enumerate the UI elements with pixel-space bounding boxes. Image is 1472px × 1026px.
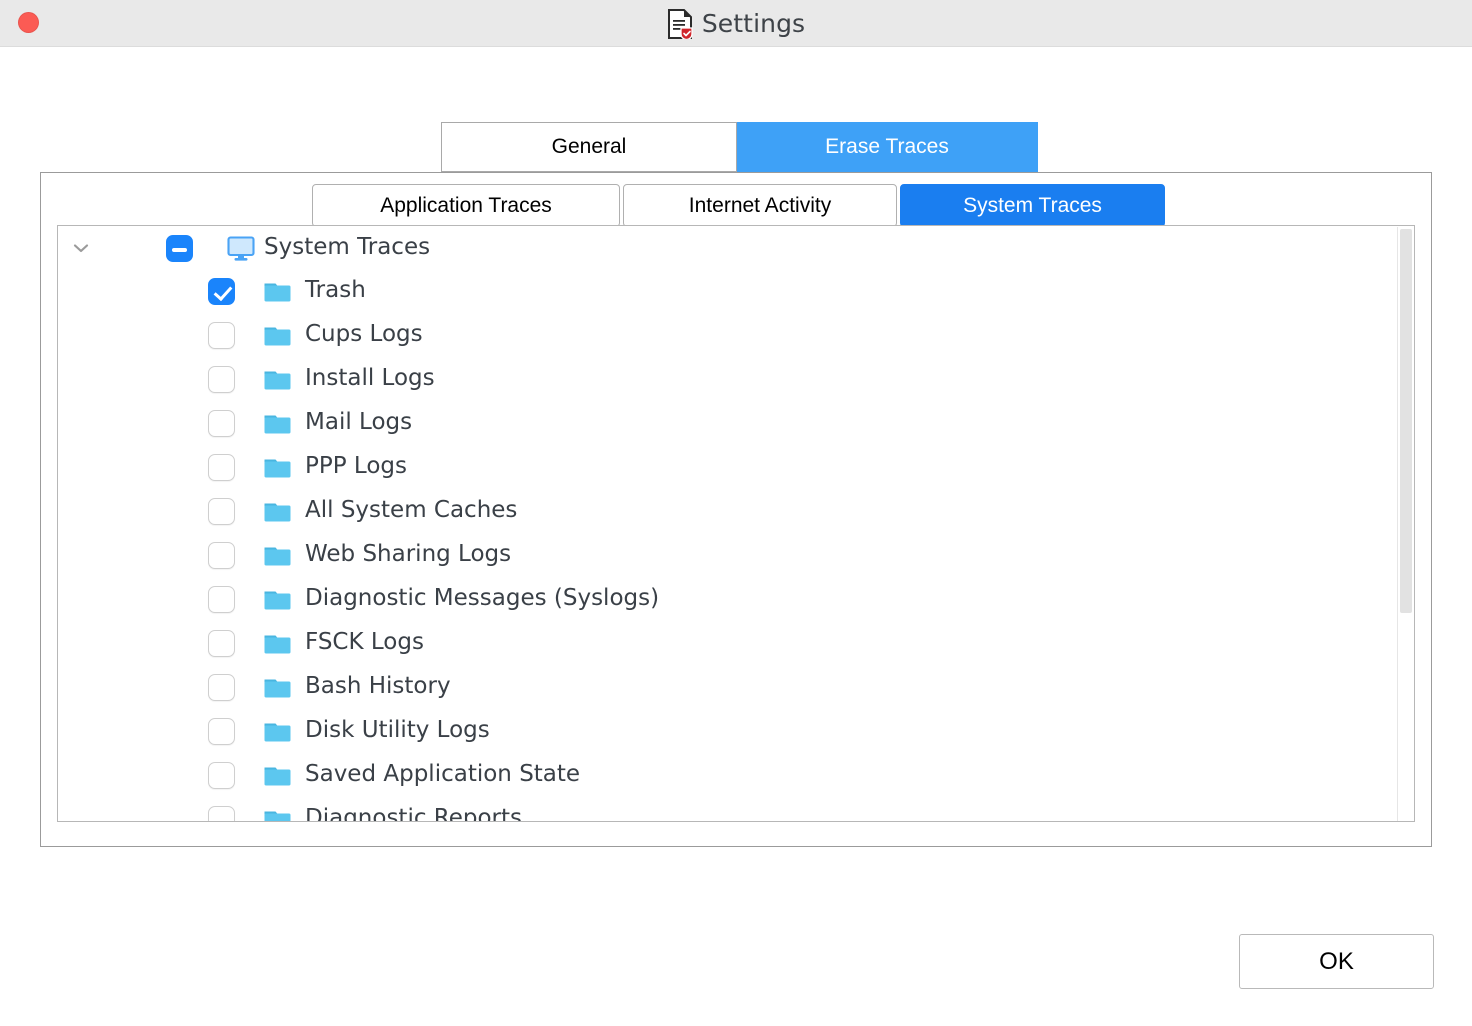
- checkbox-item[interactable]: [208, 366, 235, 393]
- ok-button[interactable]: OK: [1239, 934, 1434, 989]
- tree-row[interactable]: All System Caches: [58, 490, 1398, 534]
- tree-row[interactable]: Mail Logs: [58, 402, 1398, 446]
- tree-row[interactable]: PPP Logs: [58, 446, 1398, 490]
- checkbox-item[interactable]: [208, 674, 235, 701]
- checkbox-item[interactable]: [208, 498, 235, 525]
- tree-row-label: Cups Logs: [305, 321, 423, 347]
- document-shield-icon: [667, 8, 693, 40]
- tree-row-root-label: System Traces: [264, 234, 431, 260]
- tab-internet-activity[interactable]: Internet Activity: [623, 184, 897, 227]
- checkbox-item[interactable]: [208, 586, 235, 613]
- folder-icon: [263, 411, 293, 437]
- checkbox-item[interactable]: [208, 806, 235, 821]
- tree-row[interactable]: Web Sharing Logs: [58, 534, 1398, 578]
- tree-row[interactable]: Bash History: [58, 666, 1398, 710]
- list-scrollbar-track[interactable]: [1397, 227, 1413, 821]
- folder-icon: [263, 543, 293, 569]
- checkbox-item[interactable]: [208, 542, 235, 569]
- folder-icon: [263, 719, 293, 745]
- tree-row-label: Trash: [305, 277, 366, 303]
- tree-row-label: Mail Logs: [305, 409, 413, 435]
- window-titlebar: Settings: [0, 0, 1472, 47]
- tree-row-root[interactable]: System Traces: [58, 226, 1398, 270]
- tree-row-label: Disk Utility Logs: [305, 717, 490, 743]
- checkbox-item[interactable]: [208, 410, 235, 437]
- folder-icon: [263, 279, 293, 305]
- window-title: Settings: [701, 9, 806, 38]
- tree-row-label: Diagnostic Messages (Syslogs): [305, 585, 660, 611]
- tree-list-inner: System Traces Trash Cups Logs Install Logs…: [58, 226, 1398, 822]
- folder-icon: [263, 763, 293, 789]
- system-traces-list: System Traces Trash Cups Logs Install Logs…: [57, 225, 1415, 822]
- tab-erase-traces[interactable]: Erase Traces: [737, 122, 1038, 172]
- folder-icon: [263, 323, 293, 349]
- tree-row[interactable]: Install Logs: [58, 358, 1398, 402]
- window-title-group: Settings: [0, 0, 1472, 47]
- tab-application-traces[interactable]: Application Traces: [312, 184, 620, 227]
- checkbox-item[interactable]: [208, 322, 235, 349]
- checkbox-system-traces-root[interactable]: [166, 235, 193, 262]
- checkbox-item[interactable]: [208, 630, 235, 657]
- tab-general[interactable]: General: [441, 122, 737, 172]
- monitor-icon: [226, 236, 256, 262]
- checkbox-item[interactable]: [208, 278, 235, 305]
- tree-row[interactable]: Saved Application State: [58, 754, 1398, 798]
- tree-row-label: Bash History: [305, 673, 451, 699]
- tree-row[interactable]: FSCK Logs: [58, 622, 1398, 666]
- folder-icon: [263, 807, 293, 821]
- tree-children: Trash Cups Logs Install Logs Mail Logs PPP L…: [58, 270, 1398, 822]
- folder-icon: [263, 587, 293, 613]
- tree-row[interactable]: Disk Utility Logs: [58, 710, 1398, 754]
- primary-tab-bar: General Erase Traces: [441, 122, 1038, 172]
- tree-row-label: Install Logs: [305, 365, 435, 391]
- tree-row[interactable]: Diagnostic Reports: [58, 798, 1398, 822]
- tree-row-label: Diagnostic Reports: [305, 805, 523, 822]
- tree-row[interactable]: Trash: [58, 270, 1398, 314]
- folder-icon: [263, 499, 293, 525]
- checkbox-item[interactable]: [208, 454, 235, 481]
- tree-row-label: Saved Application State: [305, 761, 581, 787]
- tree-row[interactable]: Diagnostic Messages (Syslogs): [58, 578, 1398, 622]
- secondary-tab-bar: Application Traces Internet Activity Sys…: [312, 184, 1165, 227]
- tab-system-traces[interactable]: System Traces: [900, 184, 1165, 227]
- folder-icon: [263, 455, 293, 481]
- chevron-down-icon[interactable]: [68, 235, 94, 261]
- tree-row-label: All System Caches: [305, 497, 518, 523]
- folder-icon: [263, 367, 293, 393]
- tree-row-label: Web Sharing Logs: [305, 541, 512, 567]
- tree-row-label: PPP Logs: [305, 453, 407, 479]
- folder-icon: [263, 631, 293, 657]
- checkbox-item[interactable]: [208, 718, 235, 745]
- folder-icon: [263, 675, 293, 701]
- tree-row[interactable]: Cups Logs: [58, 314, 1398, 358]
- checkbox-item[interactable]: [208, 762, 235, 789]
- list-scrollbar-thumb[interactable]: [1400, 229, 1412, 613]
- tree-row-label: FSCK Logs: [305, 629, 424, 655]
